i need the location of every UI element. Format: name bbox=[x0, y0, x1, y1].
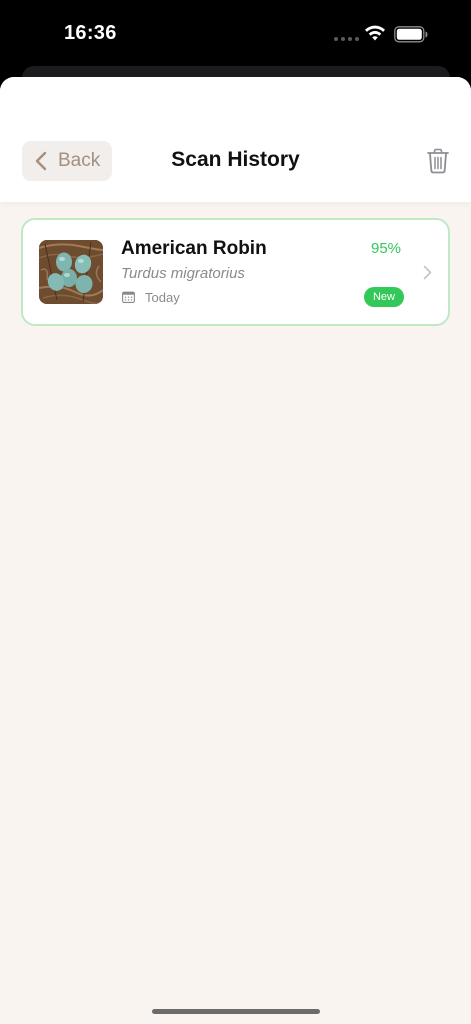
battery-icon bbox=[394, 26, 428, 43]
trash-icon[interactable] bbox=[426, 148, 450, 174]
app-screen: 16:36 Back Scan History American Robin T… bbox=[0, 0, 471, 1024]
status-bar: 16:36 bbox=[0, 0, 471, 70]
calendar-icon bbox=[122, 291, 135, 303]
new-badge: New bbox=[364, 287, 404, 307]
wifi-icon bbox=[365, 25, 385, 41]
chevron-right-icon bbox=[423, 265, 432, 280]
navigation-header: Back Scan History bbox=[0, 77, 471, 202]
home-indicator[interactable] bbox=[152, 1009, 320, 1014]
scan-date: Today bbox=[145, 290, 180, 305]
history-list-item[interactable]: American Robin Turdus migratorius Today … bbox=[21, 218, 450, 326]
species-name: American Robin bbox=[121, 238, 267, 259]
robin-eggs-thumbnail bbox=[39, 240, 103, 304]
cellular-dots-icon bbox=[334, 37, 359, 41]
page-title: Scan History bbox=[171, 148, 300, 171]
status-time: 16:36 bbox=[64, 22, 117, 44]
confidence-score: 95% bbox=[371, 240, 402, 257]
scan-history-sheet: Back Scan History American Robin Turdus … bbox=[0, 77, 471, 1024]
scientific-name: Turdus migratorius bbox=[121, 265, 245, 282]
